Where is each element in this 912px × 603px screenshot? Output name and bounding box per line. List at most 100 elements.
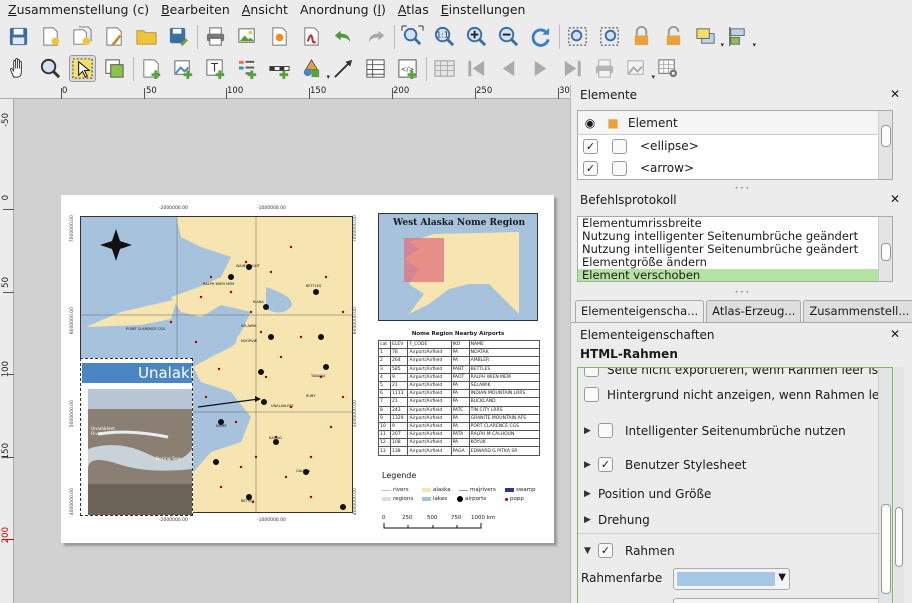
prev-feature-button[interactable]: [495, 55, 522, 82]
collapse-triangle-icon[interactable]: ▼: [584, 546, 598, 556]
refresh-button[interactable]: [527, 23, 554, 50]
smart-breaks-checkbox[interactable]: [598, 423, 613, 438]
command-history-list[interactable]: Elementumrissbreite Nutzung intelligente…: [577, 216, 893, 282]
element-row[interactable]: ✓ <ellipse>: [578, 135, 892, 157]
add-image-button[interactable]: [170, 55, 197, 82]
zoom-out-button[interactable]: [495, 23, 522, 50]
add-scalebar-button[interactable]: [266, 55, 293, 82]
elements-scrollbar[interactable]: [878, 111, 892, 179]
expand-triangle-icon[interactable]: ▶: [584, 515, 598, 525]
add-map-button[interactable]: [138, 55, 165, 82]
expand-triangle-icon[interactable]: ▶: [584, 489, 598, 499]
add-legend-button[interactable]: [234, 55, 261, 82]
add-table-button[interactable]: [362, 55, 389, 82]
user-stylesheet-checkbox[interactable]: ✓: [598, 457, 613, 472]
group-position-size[interactable]: ▶ Position und Größe: [584, 487, 711, 501]
group-rotation[interactable]: ▶ Drehung: [584, 513, 650, 527]
frame-width-input[interactable]: [673, 598, 885, 603]
raise-items-button[interactable]: ▾: [692, 23, 724, 50]
menu-settings[interactable]: Einstellungen: [435, 0, 532, 20]
dock-resize-grip[interactable]: • • •: [571, 290, 912, 296]
lock-checkbox[interactable]: [612, 138, 627, 154]
properties-scroll-area[interactable]: Seite nicht exportieren, wenn Rahmen lee…: [577, 367, 893, 603]
first-feature-button[interactable]: [463, 55, 490, 82]
scrollbar-thumb[interactable]: [881, 125, 891, 147]
overview-map-item[interactable]: West Alaska Nome Region: [378, 213, 538, 321]
no-background-checkbox[interactable]: [584, 387, 599, 402]
export-atlas-button[interactable]: ▾: [623, 55, 655, 82]
frame-checkbox[interactable]: ✓: [598, 543, 613, 558]
select-tool-button[interactable]: [69, 55, 96, 82]
tab-item-properties[interactable]: Elementeigenscha...: [575, 300, 705, 322]
pan-tool-button[interactable]: [5, 55, 32, 82]
scrollbar-thumb[interactable]: [881, 243, 891, 261]
print-button[interactable]: [202, 23, 229, 50]
no-export-checkbox[interactable]: [584, 368, 599, 377]
option-row[interactable]: Hintergrund nicht anzeigen, wenn Rahmen …: [584, 387, 892, 402]
close-properties-dock-button[interactable]: ✕: [890, 327, 900, 341]
align-items-button[interactable]: ▾: [724, 23, 756, 50]
save-template-button[interactable]: [165, 23, 192, 50]
menu-edit[interactable]: Bearbeiten: [155, 0, 236, 20]
option-row[interactable]: ▶ Intelligenter Seitenumbrüche nutzen: [584, 423, 846, 438]
scalebar-item[interactable]: 0 250 500 750 1000 km: [382, 515, 512, 531]
elements-tree[interactable]: ◉ ■ Element ✓ <ellipse> ✓ <arrow>: [577, 110, 893, 180]
group-button[interactable]: [564, 23, 591, 50]
menu-composer[interactable]: Zusammenstellung (c): [2, 0, 155, 20]
ungroup-button[interactable]: [596, 23, 623, 50]
close-history-dock-button[interactable]: ✕: [890, 192, 900, 206]
last-feature-button[interactable]: [559, 55, 586, 82]
zoom-tool-button[interactable]: [37, 55, 64, 82]
move-content-button[interactable]: [101, 55, 128, 82]
zoom-in-button[interactable]: [463, 23, 490, 50]
print-atlas-button[interactable]: [591, 55, 618, 82]
tab-composition[interactable]: Zusammenstell...: [803, 300, 912, 322]
add-arrow-button[interactable]: [330, 55, 357, 82]
history-scrollbar[interactable]: [878, 217, 892, 281]
lock-checkbox[interactable]: [612, 160, 627, 176]
expand-triangle-icon[interactable]: ▶: [584, 460, 598, 470]
menu-atlas[interactable]: Atlas: [392, 0, 435, 20]
export-image-button[interactable]: [234, 23, 261, 50]
scrollbar-thumb[interactable]: [895, 507, 903, 567]
group-frame[interactable]: ▼ ✓ Rahmen: [584, 543, 675, 558]
unlock-button[interactable]: [660, 23, 687, 50]
properties-scrollbar[interactable]: [878, 368, 892, 603]
html-frame-item[interactable]: Unalakleet UNA Unalakleet River Bering S…: [80, 358, 193, 516]
duplicate-composer-button[interactable]: [69, 23, 96, 50]
next-feature-button[interactable]: [527, 55, 554, 82]
composer-manager-button[interactable]: [101, 23, 128, 50]
option-row[interactable]: ▶ ✓ Benutzer Stylesheet: [584, 457, 746, 472]
scrollbar-thumb[interactable]: [881, 504, 891, 594]
zoom-actual-button[interactable]: 1:1: [431, 23, 458, 50]
menu-layout[interactable]: Anordnung (l): [294, 0, 392, 20]
visibility-checkbox[interactable]: ✓: [583, 160, 598, 176]
expand-triangle-icon[interactable]: ▶: [584, 426, 598, 436]
load-template-button[interactable]: [133, 23, 160, 50]
save-project-button[interactable]: [5, 23, 32, 50]
atlas-settings-button[interactable]: [655, 55, 682, 82]
outer-scrollbar[interactable]: [894, 367, 904, 603]
add-label-button[interactable]: T: [202, 55, 229, 82]
option-row[interactable]: Seite nicht exportieren, wenn Rahmen lee…: [584, 368, 883, 377]
atlas-preview-button[interactable]: [431, 55, 458, 82]
tab-atlas-generation[interactable]: Atlas-Erzeug...: [706, 300, 802, 322]
composer-canvas[interactable]: 0 50 100 150 200 250 300 -50 0 50 100 15…: [0, 85, 575, 603]
zoom-full-button[interactable]: [399, 23, 426, 50]
add-shape-button[interactable]: ▾: [298, 55, 330, 82]
frame-color-button[interactable]: ▼: [673, 568, 790, 590]
add-html-button[interactable]: </>: [394, 55, 421, 82]
export-pdf-button[interactable]: [298, 23, 325, 50]
export-svg-button[interactable]: [266, 23, 293, 50]
redo-button[interactable]: [362, 23, 389, 50]
attribute-table-item[interactable]: cat ELEV F_CODE IKO NAME 1 78 Airport/Airf…: [377, 339, 541, 456]
lock-button[interactable]: [628, 23, 655, 50]
element-row[interactable]: ✓ <arrow>: [578, 157, 892, 179]
history-item-selected[interactable]: Element verschoben: [578, 269, 892, 281]
undo-button[interactable]: [330, 23, 357, 50]
menu-view[interactable]: Ansicht: [236, 0, 294, 20]
dock-resize-grip[interactable]: • • •: [571, 186, 912, 192]
visibility-checkbox[interactable]: ✓: [583, 138, 598, 154]
new-composer-button[interactable]: [37, 23, 64, 50]
close-elements-dock-button[interactable]: ✕: [890, 87, 900, 101]
